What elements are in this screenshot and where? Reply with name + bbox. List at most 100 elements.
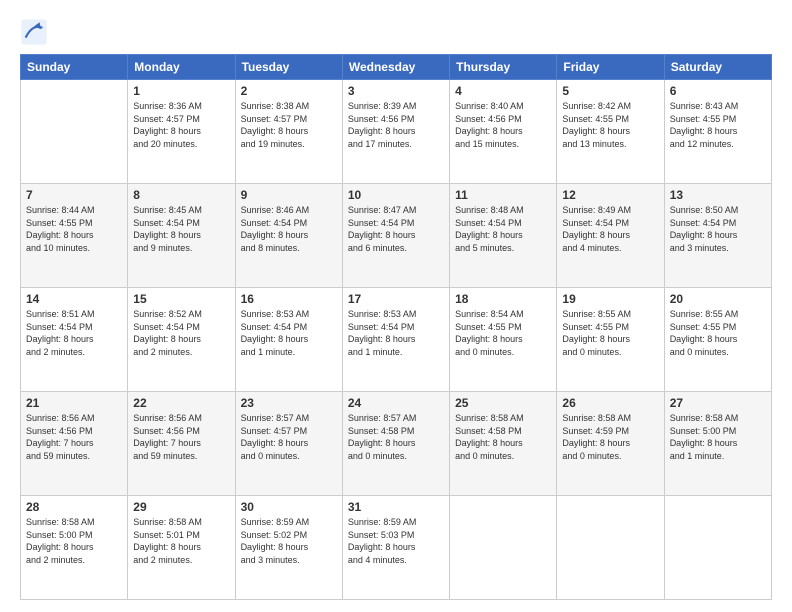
header (20, 18, 772, 46)
day-info: Sunrise: 8:44 AM Sunset: 4:55 PM Dayligh… (26, 204, 122, 254)
day-cell: 8Sunrise: 8:45 AM Sunset: 4:54 PM Daylig… (128, 184, 235, 288)
day-info: Sunrise: 8:49 AM Sunset: 4:54 PM Dayligh… (562, 204, 658, 254)
day-number: 30 (241, 500, 337, 514)
day-number: 23 (241, 396, 337, 410)
day-cell: 7 Sunrise: 8:44 AM Sunset: 4:55 PM Daylig… (21, 184, 128, 288)
day-number: 22 (133, 396, 229, 410)
day-number: 2 (241, 84, 337, 98)
day-number: 3 (348, 84, 444, 98)
day-info: Sunrise: 8:57 AM Sunset: 4:57 PM Dayligh… (241, 412, 337, 462)
day-info: Sunrise: 8:38 AM Sunset: 4:57 PM Dayligh… (241, 100, 337, 150)
day-cell (450, 496, 557, 600)
day-info: Sunrise: 8:54 AM Sunset: 4:55 PM Dayligh… (455, 308, 551, 358)
day-info: Sunrise: 8:42 AM Sunset: 4:55 PM Dayligh… (562, 100, 658, 150)
weekday-header-thursday: Thursday (450, 55, 557, 80)
day-info: Sunrise: 8:46 AM Sunset: 4:54 PM Dayligh… (241, 204, 337, 254)
week-row-3: 14Sunrise: 8:51 AM Sunset: 4:54 PM Dayli… (21, 288, 772, 392)
day-cell: 25Sunrise: 8:58 AM Sunset: 4:58 PM Dayli… (450, 392, 557, 496)
day-number: 16 (241, 292, 337, 306)
day-cell (664, 496, 771, 600)
logo (20, 18, 50, 46)
day-number: 9 (241, 188, 337, 202)
day-number: 20 (670, 292, 766, 306)
weekday-header-monday: Monday (128, 55, 235, 80)
day-number: 1 (133, 84, 229, 98)
day-info: Sunrise: 8:59 AM Sunset: 5:02 PM Dayligh… (241, 516, 337, 566)
day-info: Sunrise: 8:53 AM Sunset: 4:54 PM Dayligh… (348, 308, 444, 358)
day-cell: 29Sunrise: 8:58 AM Sunset: 5:01 PM Dayli… (128, 496, 235, 600)
week-row-2: 7 Sunrise: 8:44 AM Sunset: 4:55 PM Daylig… (21, 184, 772, 288)
weekday-header-sunday: Sunday (21, 55, 128, 80)
day-number: 17 (348, 292, 444, 306)
day-info: Sunrise: 8:58 AM Sunset: 5:00 PM Dayligh… (670, 412, 766, 462)
week-row-5: 28 Sunrise: 8:58 AM Sunset: 5:00 PM Dayli… (21, 496, 772, 600)
day-number: 31 (348, 500, 444, 514)
day-number: 27 (670, 396, 766, 410)
day-info: Sunrise: 8:36 AM Sunset: 4:57 PM Dayligh… (133, 100, 229, 150)
day-cell: 22Sunrise: 8:56 AM Sunset: 4:56 PM Dayli… (128, 392, 235, 496)
day-info: Sunrise: 8:55 AM Sunset: 4:55 PM Dayligh… (670, 308, 766, 358)
day-info: Sunrise: 8:58 AM Sunset: 5:00 PM Dayligh… (26, 516, 122, 566)
day-cell: 9 Sunrise: 8:46 AM Sunset: 4:54 PM Daylig… (235, 184, 342, 288)
day-cell: 19Sunrise: 8:55 AM Sunset: 4:55 PM Dayli… (557, 288, 664, 392)
week-row-1: 1 Sunrise: 8:36 AM Sunset: 4:57 PM Daylig… (21, 80, 772, 184)
day-number: 8 (133, 188, 229, 202)
day-info: Sunrise: 8:40 AM Sunset: 4:56 PM Dayligh… (455, 100, 551, 150)
week-row-4: 21 Sunrise: 8:56 AM Sunset: 4:56 PM Dayli… (21, 392, 772, 496)
day-cell: 31 Sunrise: 8:59 AM Sunset: 5:03 PM Dayli… (342, 496, 449, 600)
day-number: 6 (670, 84, 766, 98)
day-info: Sunrise: 8:52 AM Sunset: 4:54 PM Dayligh… (133, 308, 229, 358)
day-cell: 6 Sunrise: 8:43 AM Sunset: 4:55 PM Daylig… (664, 80, 771, 184)
day-number: 5 (562, 84, 658, 98)
day-number: 26 (562, 396, 658, 410)
day-cell: 24 Sunrise: 8:57 AM Sunset: 4:58 PM Dayli… (342, 392, 449, 496)
day-info: Sunrise: 8:47 AM Sunset: 4:54 PM Dayligh… (348, 204, 444, 254)
day-info: Sunrise: 8:58 AM Sunset: 4:59 PM Dayligh… (562, 412, 658, 462)
calendar: SundayMondayTuesdayWednesdayThursdayFrid… (20, 54, 772, 600)
day-cell (21, 80, 128, 184)
day-cell: 5 Sunrise: 8:42 AM Sunset: 4:55 PM Daylig… (557, 80, 664, 184)
day-cell: 11 Sunrise: 8:48 AM Sunset: 4:54 PM Dayli… (450, 184, 557, 288)
day-number: 10 (348, 188, 444, 202)
day-cell: 20 Sunrise: 8:55 AM Sunset: 4:55 PM Dayli… (664, 288, 771, 392)
day-info: Sunrise: 8:58 AM Sunset: 4:58 PM Dayligh… (455, 412, 551, 462)
day-info: Sunrise: 8:43 AM Sunset: 4:55 PM Dayligh… (670, 100, 766, 150)
weekday-header-tuesday: Tuesday (235, 55, 342, 80)
day-cell: 23 Sunrise: 8:57 AM Sunset: 4:57 PM Dayli… (235, 392, 342, 496)
day-number: 11 (455, 188, 551, 202)
day-cell: 14Sunrise: 8:51 AM Sunset: 4:54 PM Dayli… (21, 288, 128, 392)
day-cell: 30 Sunrise: 8:59 AM Sunset: 5:02 PM Dayli… (235, 496, 342, 600)
day-info: Sunrise: 8:59 AM Sunset: 5:03 PM Dayligh… (348, 516, 444, 566)
day-number: 18 (455, 292, 551, 306)
day-cell: 4 Sunrise: 8:40 AM Sunset: 4:56 PM Daylig… (450, 80, 557, 184)
day-info: Sunrise: 8:48 AM Sunset: 4:54 PM Dayligh… (455, 204, 551, 254)
day-cell: 21 Sunrise: 8:56 AM Sunset: 4:56 PM Dayli… (21, 392, 128, 496)
weekday-header-saturday: Saturday (664, 55, 771, 80)
day-cell: 27 Sunrise: 8:58 AM Sunset: 5:00 PM Dayli… (664, 392, 771, 496)
day-cell: 10 Sunrise: 8:47 AM Sunset: 4:54 PM Dayli… (342, 184, 449, 288)
day-number: 4 (455, 84, 551, 98)
day-cell: 3 Sunrise: 8:39 AM Sunset: 4:56 PM Daylig… (342, 80, 449, 184)
day-number: 21 (26, 396, 122, 410)
weekday-header-friday: Friday (557, 55, 664, 80)
day-number: 28 (26, 500, 122, 514)
day-cell: 15 Sunrise: 8:52 AM Sunset: 4:54 PM Dayli… (128, 288, 235, 392)
day-cell: 26 Sunrise: 8:58 AM Sunset: 4:59 PM Dayli… (557, 392, 664, 496)
day-cell: 1 Sunrise: 8:36 AM Sunset: 4:57 PM Daylig… (128, 80, 235, 184)
day-info: Sunrise: 8:55 AM Sunset: 4:55 PM Dayligh… (562, 308, 658, 358)
day-info: Sunrise: 8:39 AM Sunset: 4:56 PM Dayligh… (348, 100, 444, 150)
day-number: 7 (26, 188, 122, 202)
day-number: 15 (133, 292, 229, 306)
day-info: Sunrise: 8:57 AM Sunset: 4:58 PM Dayligh… (348, 412, 444, 462)
day-number: 12 (562, 188, 658, 202)
day-cell: 2 Sunrise: 8:38 AM Sunset: 4:57 PM Daylig… (235, 80, 342, 184)
day-info: Sunrise: 8:50 AM Sunset: 4:54 PM Dayligh… (670, 204, 766, 254)
day-info: Sunrise: 8:56 AM Sunset: 4:56 PM Dayligh… (26, 412, 122, 462)
day-cell (557, 496, 664, 600)
day-number: 24 (348, 396, 444, 410)
day-cell: 28 Sunrise: 8:58 AM Sunset: 5:00 PM Dayli… (21, 496, 128, 600)
day-info: Sunrise: 8:58 AM Sunset: 5:01 PM Dayligh… (133, 516, 229, 566)
logo-icon (20, 18, 48, 46)
page: SundayMondayTuesdayWednesdayThursdayFrid… (0, 0, 792, 612)
day-cell: 13Sunrise: 8:50 AM Sunset: 4:54 PM Dayli… (664, 184, 771, 288)
